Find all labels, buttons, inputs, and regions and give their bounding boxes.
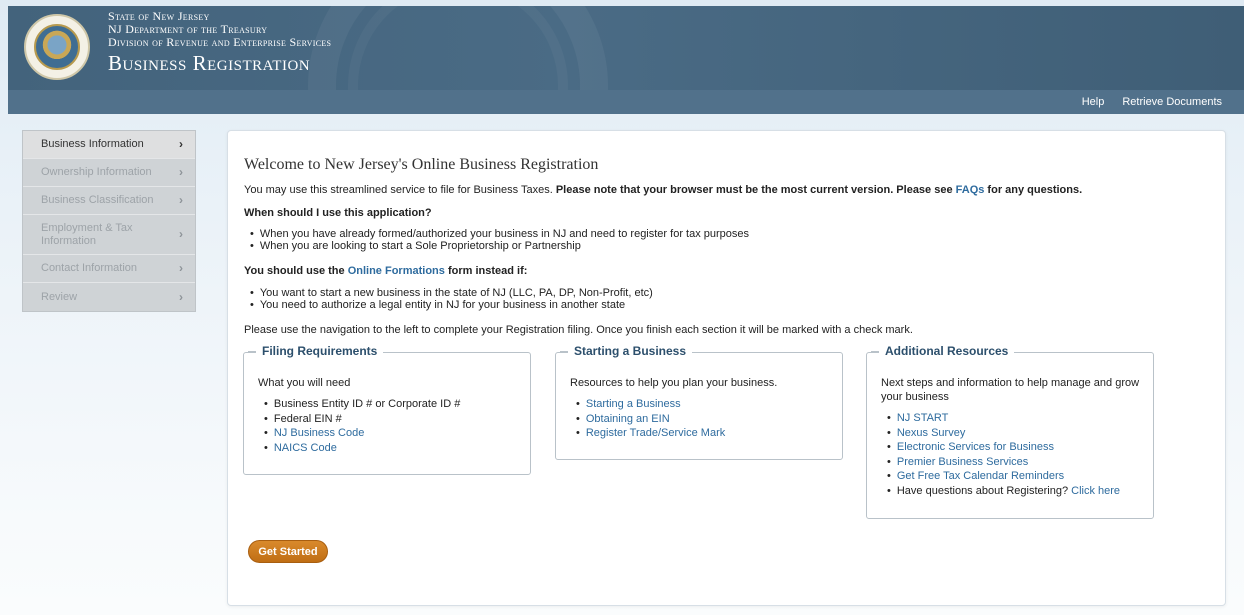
list-item: NJ START bbox=[887, 411, 1120, 426]
sidebar-item-label: Business Classification bbox=[41, 194, 154, 206]
list-item: Premier Business Services bbox=[887, 455, 1120, 470]
starting-list: Starting a Business Obtaining an EIN Reg… bbox=[576, 397, 725, 441]
instead-prefix: You should use the bbox=[244, 265, 348, 277]
sidebar-item-label: Ownership Information bbox=[41, 166, 152, 178]
navigation-note: Please use the navigation to the left to… bbox=[244, 324, 913, 336]
register-trade-mark-link[interactable]: Register Trade/Service Mark bbox=[586, 427, 725, 439]
starting-business-box: Starting a Business Resources to help yo… bbox=[555, 344, 843, 460]
help-link[interactable]: Help bbox=[1082, 96, 1105, 108]
when-list: When you have already formed/authorized … bbox=[250, 228, 749, 252]
additional-resources-title: Additional Resources bbox=[870, 344, 1015, 358]
list-item: Starting a Business bbox=[576, 397, 725, 412]
sidebar-item-label: Business Information bbox=[41, 138, 144, 150]
filing-intro: What you will need bbox=[258, 377, 351, 389]
chevron-right-icon: › bbox=[179, 193, 183, 207]
nexus-survey-link[interactable]: Nexus Survey bbox=[897, 427, 965, 439]
sidebar-item-review[interactable]: Review › bbox=[23, 283, 195, 311]
header-watermark-inner bbox=[348, 6, 568, 90]
tax-calendar-reminders-link[interactable]: Get Free Tax Calendar Reminders bbox=[897, 470, 1064, 482]
list-item: You want to start a new business in the … bbox=[250, 287, 653, 299]
sidebar-item-business-information[interactable]: Business Information › bbox=[23, 131, 195, 159]
additional-resources-box: Additional Resources Next steps and info… bbox=[866, 344, 1154, 519]
list-item: You need to authorize a legal entity in … bbox=[250, 299, 653, 311]
main-panel: Welcome to New Jersey's Online Business … bbox=[227, 130, 1226, 606]
page-title: Welcome to New Jersey's Online Business … bbox=[244, 156, 599, 173]
nj-business-code-link[interactable]: NJ Business Code bbox=[274, 427, 365, 439]
electronic-services-link[interactable]: Electronic Services for Business bbox=[897, 441, 1054, 453]
chevron-right-icon: › bbox=[179, 227, 183, 241]
header-text: State of New Jersey NJ Department of the… bbox=[108, 10, 331, 76]
chevron-right-icon: › bbox=[179, 261, 183, 275]
sidebar-item-business-classification[interactable]: Business Classification › bbox=[23, 187, 195, 215]
sidebar-item-ownership-information[interactable]: Ownership Information › bbox=[23, 159, 195, 187]
obtaining-ein-link[interactable]: Obtaining an EIN bbox=[586, 413, 670, 425]
intro-bold-end: for any questions. bbox=[984, 184, 1083, 196]
list-item: NJ Business Code bbox=[264, 426, 460, 441]
list-item: NAICS Code bbox=[264, 441, 460, 456]
starting-business-title: Starting a Business bbox=[559, 344, 693, 358]
filing-requirements-title: Filing Requirements bbox=[247, 344, 384, 358]
top-nav: Help Retrieve Documents bbox=[8, 90, 1244, 114]
instead-heading: You should use the Online Formations for… bbox=[244, 265, 527, 277]
resources-list: NJ START Nexus Survey Electronic Service… bbox=[887, 411, 1120, 499]
list-item: Federal EIN # bbox=[264, 412, 460, 427]
site-header: State of New Jersey NJ Department of the… bbox=[8, 6, 1244, 90]
resources-intro: Next steps and information to help manag… bbox=[881, 377, 1140, 403]
chevron-right-icon: › bbox=[179, 137, 183, 151]
sidebar-item-label: Employment & Tax Information bbox=[41, 221, 133, 247]
premier-business-services-link[interactable]: Premier Business Services bbox=[897, 456, 1028, 468]
list-item: Have questions about Registering? Click … bbox=[887, 484, 1120, 499]
list-item: Get Free Tax Calendar Reminders bbox=[887, 469, 1120, 484]
list-item: Obtaining an EIN bbox=[576, 412, 725, 427]
state-seal-icon bbox=[24, 14, 90, 80]
click-here-link[interactable]: Click here bbox=[1071, 485, 1120, 497]
when-heading: When should I use this application? bbox=[244, 207, 432, 219]
retrieve-documents-link[interactable]: Retrieve Documents bbox=[1122, 96, 1222, 108]
sidebar-item-label: Review bbox=[41, 290, 78, 303]
list-item: Business Entity ID # or Corporate ID # bbox=[264, 397, 460, 412]
list-item: Nexus Survey bbox=[887, 426, 1120, 441]
list-item: Register Trade/Service Mark bbox=[576, 426, 725, 441]
chevron-right-icon: › bbox=[179, 289, 183, 304]
naics-code-link[interactable]: NAICS Code bbox=[274, 442, 337, 454]
intro-plain: You may use this streamlined service to … bbox=[244, 184, 556, 196]
questions-text: Have questions about Registering? bbox=[896, 484, 1072, 497]
sidebar-item-employment-tax[interactable]: Employment & Tax Information › bbox=[23, 215, 195, 255]
instead-list: You want to start a new business in the … bbox=[250, 287, 653, 311]
sidebar-nav: Business Information › Ownership Informa… bbox=[22, 130, 196, 312]
nj-start-link[interactable]: NJ START bbox=[897, 412, 949, 424]
sidebar-item-label: Contact Information bbox=[41, 262, 137, 274]
instead-suffix: form instead if: bbox=[444, 265, 528, 277]
header-division: Division of Revenue and Enterprise Servi… bbox=[108, 35, 332, 49]
online-formations-link[interactable]: Online Formations bbox=[348, 265, 445, 277]
filing-list: Business Entity ID # or Corporate ID # F… bbox=[264, 397, 460, 455]
list-item: When you are looking to start a Sole Pro… bbox=[250, 240, 749, 252]
sidebar-item-contact-information[interactable]: Contact Information › bbox=[23, 255, 195, 283]
starting-a-business-link[interactable]: Starting a Business bbox=[586, 398, 681, 410]
intro-text: You may use this streamlined service to … bbox=[244, 184, 1082, 196]
faqs-link[interactable]: FAQs bbox=[956, 184, 985, 196]
list-item: When you have already formed/authorized … bbox=[250, 228, 749, 240]
list-item: Electronic Services for Business bbox=[887, 440, 1120, 455]
chevron-right-icon: › bbox=[179, 165, 183, 179]
filing-requirements-box: Filing Requirements What you will need B… bbox=[243, 344, 531, 475]
intro-bold: Please note that your browser must be th… bbox=[555, 184, 956, 196]
starting-intro: Resources to help you plan your business… bbox=[570, 377, 778, 389]
get-started-button[interactable]: Get Started bbox=[248, 540, 328, 563]
header-title: Business Registration bbox=[108, 51, 311, 75]
